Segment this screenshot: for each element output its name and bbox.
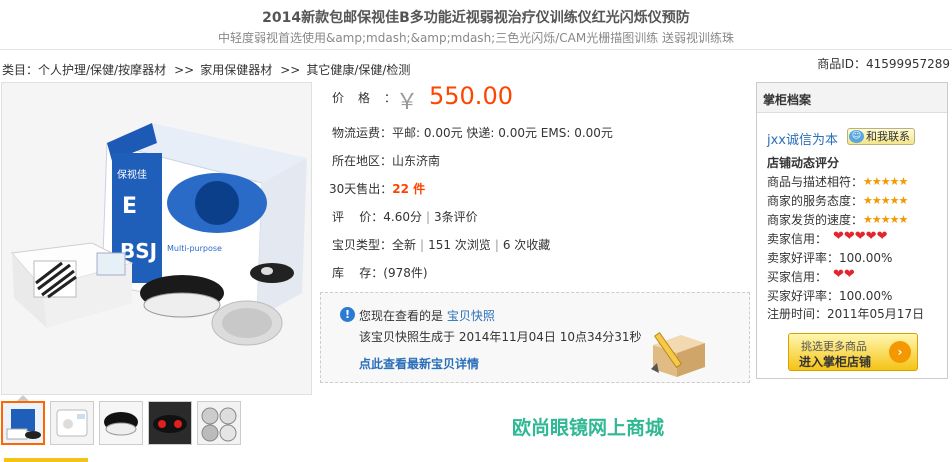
- product-subtitle: 中轻度弱视首选使用&amp;mdash;&amp;mdash;三色光闪烁/CAM…: [217, 31, 735, 45]
- location-label: 所在地区：: [332, 154, 393, 168]
- rating-description: 商品与描述相符： ★★★★★: [767, 173, 908, 190]
- thumbnail-3[interactable]: [99, 401, 143, 445]
- rating-score: 4.60分: [383, 210, 422, 224]
- info-icon: !: [340, 307, 355, 322]
- rating-label: 商品与描述相符：: [767, 175, 864, 189]
- shop-rating-title: 店铺动态评分: [767, 156, 840, 170]
- location-value: 山东济南: [392, 154, 441, 168]
- view-count: 151 次浏览: [428, 238, 491, 252]
- snapshot-line: 您现在查看的是 宝贝快照: [359, 307, 495, 324]
- seller-positive-rate: 卖家好评率：100.00%: [767, 251, 893, 265]
- rating-count[interactable]: 3条评价: [434, 210, 478, 224]
- type-condition: 全新: [392, 238, 417, 252]
- breadcrumb-separator: >>: [174, 63, 195, 77]
- rating-service: 商家的服务态度： ★★★★★: [767, 192, 908, 209]
- seller-name-link[interactable]: jxx诚信为本: [767, 129, 838, 148]
- separator: |: [420, 238, 425, 252]
- thumb-image: [100, 402, 142, 444]
- registration-date: 注册时间：2011年05月17日: [767, 307, 925, 321]
- arrow-right-icon: ›: [889, 341, 911, 363]
- contact-seller-button[interactable]: ☺ 和我联系: [847, 128, 915, 145]
- package-pencil-icon: [651, 332, 705, 377]
- rating-shipping: 商家发货的速度： ★★★★★: [767, 211, 908, 228]
- product-photo: 保视佳 E BSJ Multi-purpose: [2, 83, 311, 394]
- separator: |: [426, 210, 431, 224]
- favorite-count: 6 次收藏: [502, 238, 551, 252]
- breadcrumb: 类目：个人护理/保健/按摩器材 >> 家用保健器材 >> 其它健康/保健/检测: [2, 61, 410, 78]
- rating-label: 商家的服务态度：: [767, 194, 864, 208]
- shipping-row: 物流运费：平邮: 0.00元 快递: 0.00元 EMS: 0.00元: [332, 124, 613, 141]
- shipping-label: 物流运费：: [332, 126, 393, 140]
- seller-credit-label: 卖家信用：: [767, 232, 828, 246]
- chat-icon: ☺: [849, 130, 864, 143]
- bottom-tab-edge: [4, 458, 88, 462]
- shipping-value: 平邮: 0.00元 快递: 0.00元 EMS: 0.00元: [392, 126, 613, 140]
- sold-count: 22 件: [392, 182, 426, 196]
- type-label: 宝贝类型：: [332, 238, 393, 252]
- buyer-credit-row: 买家信用： ❤❤: [767, 267, 855, 285]
- thumbnail-4[interactable]: [148, 401, 192, 445]
- item-id: 商品ID：41599957289: [817, 57, 950, 71]
- snapshot-notice: ! 您现在查看的是 宝贝快照 该宝贝快照生成于 2014年11月04日 10点3…: [320, 292, 750, 383]
- separator: |: [494, 238, 499, 252]
- svg-text:保视佳: 保视佳: [117, 168, 147, 181]
- currency-symbol: ￥: [396, 90, 419, 115]
- enter-shop-line1: 挑选更多商品: [801, 340, 867, 353]
- heart-credit-icon: ❤❤❤❤❤: [833, 229, 888, 244]
- stock-value: (978件): [383, 266, 428, 280]
- sold-row: 30天售出：22 件: [329, 180, 425, 197]
- enter-shop-button[interactable]: 挑选更多商品 进入掌柜店铺 ›: [788, 333, 918, 371]
- header-divider: [0, 49, 952, 50]
- location-row: 所在地区：山东济南: [332, 152, 440, 169]
- product-title: 2014新款包邮保视佳B多功能近视弱视治疗仪训练仪红光闪烁仪预防: [262, 10, 690, 26]
- snapshot-prefix: 您现在查看的是: [359, 309, 447, 323]
- svg-text:E: E: [122, 194, 137, 219]
- thumbnail-1[interactable]: [1, 401, 45, 445]
- stock-label: 库 存：: [332, 266, 384, 280]
- latest-detail-link[interactable]: 点此查看最新宝贝详情: [359, 355, 479, 372]
- stock-row: 库 存：(978件): [332, 264, 428, 281]
- buyer-positive-rate: 买家好评率：100.00%: [767, 289, 893, 303]
- thumb-image: [198, 402, 240, 444]
- enter-shop-line2: 进入掌柜店铺: [799, 355, 872, 369]
- main-product-image[interactable]: 保视佳 E BSJ Multi-purpose: [1, 82, 312, 395]
- thumbnail-2[interactable]: [50, 401, 94, 445]
- thumb-image: [3, 403, 43, 443]
- thumb-image: [51, 402, 93, 444]
- snapshot-link[interactable]: 宝贝快照: [447, 309, 495, 323]
- star-rating-icon: ★★★★★: [863, 213, 908, 226]
- breadcrumb-prefix: 类目：: [2, 63, 39, 77]
- buyer-credit-label: 买家信用：: [767, 270, 828, 284]
- breadcrumb-separator: >>: [280, 63, 301, 77]
- rating-row: 评 价：4.60分 | 3条评价: [332, 208, 478, 225]
- star-rating-icon: ★★★★★: [863, 194, 908, 207]
- thumb-image: [149, 402, 191, 444]
- price-value: 550.00: [429, 82, 513, 110]
- type-row: 宝贝类型：全新 | 151 次浏览 | 6 次收藏: [332, 236, 550, 253]
- sold-label: 30天售出：: [329, 182, 393, 196]
- snapshot-generated: 该宝贝快照生成于 2014年11月04日 10点34分31秒: [359, 330, 642, 344]
- shop-profile-panel: 掌柜档案 jxx诚信为本 ☺ 和我联系 店铺动态评分 商品与描述相符： ★★★★…: [756, 82, 948, 379]
- heart-credit-icon: ❤❤: [833, 267, 855, 282]
- breadcrumb-item[interactable]: 其它健康/保健/检测: [306, 63, 410, 77]
- rating-label: 商家发货的速度：: [767, 213, 864, 227]
- breadcrumb-item[interactable]: 家用保健器材: [200, 63, 272, 77]
- svg-text:Multi-purpose: Multi-purpose: [167, 244, 222, 253]
- rating-label: 评 价：: [332, 210, 384, 224]
- store-link[interactable]: 欧尚眼镜网上商城: [512, 413, 664, 440]
- breadcrumb-item[interactable]: 个人护理/保健/按摩器材: [38, 63, 166, 77]
- contact-label: 和我联系: [866, 130, 910, 143]
- shop-profile-header: 掌柜档案: [757, 83, 947, 113]
- star-rating-icon: ★★★★★: [863, 175, 908, 188]
- thumbnail-5[interactable]: [197, 401, 241, 445]
- seller-credit-row: 卖家信用： ❤❤❤❤❤: [767, 229, 887, 247]
